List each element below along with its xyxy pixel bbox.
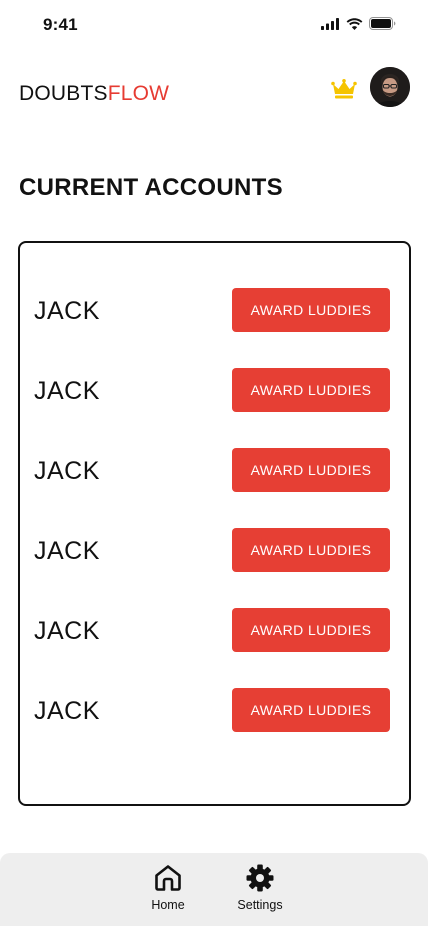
status-bar: 9:41 [0, 0, 428, 50]
award-luddies-button[interactable]: AWARD LUDDIES [232, 528, 390, 572]
account-name: JACK [34, 617, 100, 645]
user-photo-icon [370, 67, 410, 107]
brand-primary: DOUBTS [19, 82, 108, 105]
account-name: JACK [34, 457, 100, 485]
brand-accent: FLOW [107, 82, 170, 105]
account-row: JACK AWARD LUDDIES [20, 528, 409, 572]
account-row: JACK AWARD LUDDIES [20, 368, 409, 412]
bottom-nav: Home Settings [0, 853, 428, 926]
award-luddies-button[interactable]: AWARD LUDDIES [232, 448, 390, 492]
account-name: JACK [34, 537, 100, 565]
profile-avatar[interactable] [370, 67, 410, 107]
account-row: JACK AWARD LUDDIES [20, 288, 409, 332]
account-row: JACK AWARD LUDDIES [20, 448, 409, 492]
nav-label-home: Home [151, 898, 185, 912]
account-name: JACK [34, 377, 100, 405]
award-luddies-button[interactable]: AWARD LUDDIES [232, 368, 390, 412]
award-luddies-button[interactable]: AWARD LUDDIES [232, 688, 390, 732]
wifi-icon [346, 17, 363, 30]
app-logo[interactable]: DOUBTSFLOW [19, 82, 169, 106]
account-name: JACK [34, 697, 100, 725]
account-name: JACK [34, 297, 100, 325]
gear-icon [246, 864, 274, 892]
account-row: JACK AWARD LUDDIES [20, 608, 409, 652]
award-luddies-button[interactable]: AWARD LUDDIES [232, 608, 390, 652]
accounts-list: JACK AWARD LUDDIES JACK AWARD LUDDIES JA… [18, 241, 411, 806]
battery-icon [369, 17, 396, 30]
signal-icon [321, 17, 339, 30]
crown-icon[interactable] [331, 79, 357, 99]
award-luddies-button[interactable]: AWARD LUDDIES [232, 288, 390, 332]
status-icons [321, 17, 396, 30]
home-icon [155, 865, 181, 891]
app-screen: 9:41 DOUBTSFLOW CURRENT ACCOUNTS JACK AW… [0, 0, 428, 926]
nav-item-settings[interactable]: Settings [220, 863, 300, 912]
account-row: JACK AWARD LUDDIES [20, 688, 409, 732]
nav-label-settings: Settings [237, 898, 283, 912]
page-title: CURRENT ACCOUNTS [19, 174, 283, 201]
nav-item-home[interactable]: Home [128, 863, 208, 912]
status-time: 9:41 [43, 15, 78, 34]
